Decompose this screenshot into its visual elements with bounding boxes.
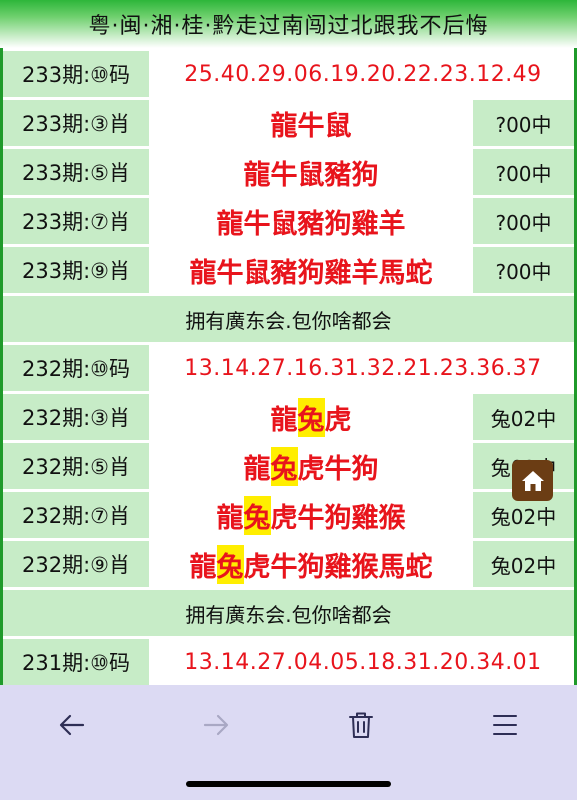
- result-badge: 兔02中: [473, 541, 574, 587]
- zodiac-text: 龍: [189, 551, 217, 583]
- home-icon: [521, 470, 544, 491]
- slogan-banner: 拥有廣东会.包你啥都会: [3, 590, 574, 636]
- arrow-right-icon: [203, 714, 229, 736]
- table-row: 233期:⑩码 25.40.29.06.19.20.22.23.12.49: [0, 51, 577, 97]
- number-list: 25.40.29.06.19.20.22.23.12.49: [152, 51, 574, 97]
- table-row: 拥有廣东会.包你啥都会: [0, 590, 577, 636]
- issue-label: 232期:⑩码: [3, 345, 149, 391]
- slogan-banner: 拥有廣东会.包你啥都会: [3, 296, 574, 342]
- zodiac-highlight: 兔: [270, 446, 298, 486]
- issue-label: 232期:③肖: [3, 394, 149, 440]
- zodiac-text: 龍牛鼠: [270, 110, 352, 142]
- table-row: 231期:⑩码 13.14.27.04.05.18.31.20.34.01: [0, 639, 577, 685]
- zodiac-text: 虎牛狗雞猴: [270, 502, 406, 534]
- issue-label: 232期:⑨肖: [3, 541, 149, 587]
- prediction-table: 233期:⑩码 25.40.29.06.19.20.22.23.12.49 233期…: [0, 51, 577, 737]
- zodiac-text: 龍牛鼠豬狗雞羊: [216, 208, 406, 240]
- issue-label: 233期:③肖: [3, 100, 149, 146]
- table-row: 233期:⑨肖 龍牛鼠豬狗雞羊馬蛇 ?00中: [0, 247, 577, 293]
- back-button[interactable]: [50, 703, 94, 747]
- table-row: 232期:⑨肖龍兔虎牛狗雞猴馬蛇 兔02中: [0, 541, 577, 587]
- table-row: 232期:⑦肖龍兔虎牛狗雞猴 兔02中: [0, 492, 577, 538]
- issue-label: 232期:⑤肖: [3, 443, 149, 489]
- zodiac-highlight: 兔: [243, 495, 271, 535]
- forward-button[interactable]: [194, 703, 238, 747]
- zodiac-list: 龍牛鼠豬狗: [152, 149, 470, 195]
- table-row: 233期:③肖 龍牛鼠 ?00中: [0, 100, 577, 146]
- zodiac-text: 虎: [324, 404, 352, 436]
- zodiac-list: 龍兔虎牛狗雞猴: [152, 492, 470, 538]
- zodiac-list: 龍牛鼠豬狗雞羊馬蛇: [152, 247, 470, 293]
- issue-label: 233期:⑦肖: [3, 198, 149, 244]
- number-list: 13.14.27.16.31.32.21.23.36.37: [152, 345, 574, 391]
- page-title: 粤·闽·湘·桂·黔走过南闯过北跟我不后悔: [88, 14, 489, 39]
- zodiac-text: 龍牛鼠豬狗: [243, 159, 379, 191]
- result-badge: ?00中: [473, 198, 574, 244]
- zodiac-text: 龍: [243, 453, 271, 485]
- table-row: 拥有廣东会.包你啥都会: [0, 296, 577, 342]
- zodiac-list: 龍兔虎牛狗雞猴馬蛇: [152, 541, 470, 587]
- issue-label: 233期:⑤肖: [3, 149, 149, 195]
- zodiac-list: 龍兔虎: [152, 394, 470, 440]
- result-badge: 兔02中: [473, 394, 574, 440]
- menu-icon: [493, 715, 517, 735]
- zodiac-text: 龍牛鼠豬狗雞羊馬蛇: [189, 257, 433, 289]
- zodiac-highlight: 兔: [216, 544, 244, 584]
- trash-icon: [349, 712, 373, 738]
- issue-label: 233期:⑨肖: [3, 247, 149, 293]
- table-row: 232期:③肖龍兔虎兔02中: [0, 394, 577, 440]
- arrow-left-icon: [59, 714, 85, 736]
- zodiac-list: 龍牛鼠: [152, 100, 470, 146]
- zodiac-text: 龍: [270, 404, 298, 436]
- zodiac-list: 龍兔虎牛狗: [152, 443, 470, 489]
- zodiac-text: 虎牛狗雞猴馬蛇: [243, 551, 433, 583]
- result-badge: ?00中: [473, 100, 574, 146]
- trash-button[interactable]: [339, 703, 383, 747]
- page-header: 粤·闽·湘·桂·黔走过南闯过北跟我不后悔: [0, 0, 577, 48]
- zodiac-highlight: 兔: [297, 397, 325, 437]
- issue-label: 231期:⑩码: [3, 639, 149, 685]
- issue-label: 232期:⑦肖: [3, 492, 149, 538]
- issue-label: 233期:⑩码: [3, 51, 149, 97]
- zodiac-text: 虎牛狗: [297, 453, 379, 485]
- home-indicator: [186, 781, 391, 787]
- table-row: 233期:⑦肖 龍牛鼠豬狗雞羊 ?00中: [0, 198, 577, 244]
- menu-button[interactable]: [483, 703, 527, 747]
- zodiac-text: 龍: [216, 502, 244, 534]
- number-list: 13.14.27.04.05.18.31.20.34.01: [152, 639, 574, 685]
- table-row: 232期:⑤肖龍兔虎牛狗兔02中: [0, 443, 577, 489]
- table-row: 233期:⑤肖 龍牛鼠豬狗 ?00中: [0, 149, 577, 195]
- result-badge: ?00中: [473, 149, 574, 195]
- table-row: 232期:⑩码 13.14.27.16.31.32.21.23.36.37: [0, 345, 577, 391]
- home-button[interactable]: [512, 460, 553, 501]
- zodiac-list: 龍牛鼠豬狗雞羊: [152, 198, 470, 244]
- result-badge: ?00中: [473, 247, 574, 293]
